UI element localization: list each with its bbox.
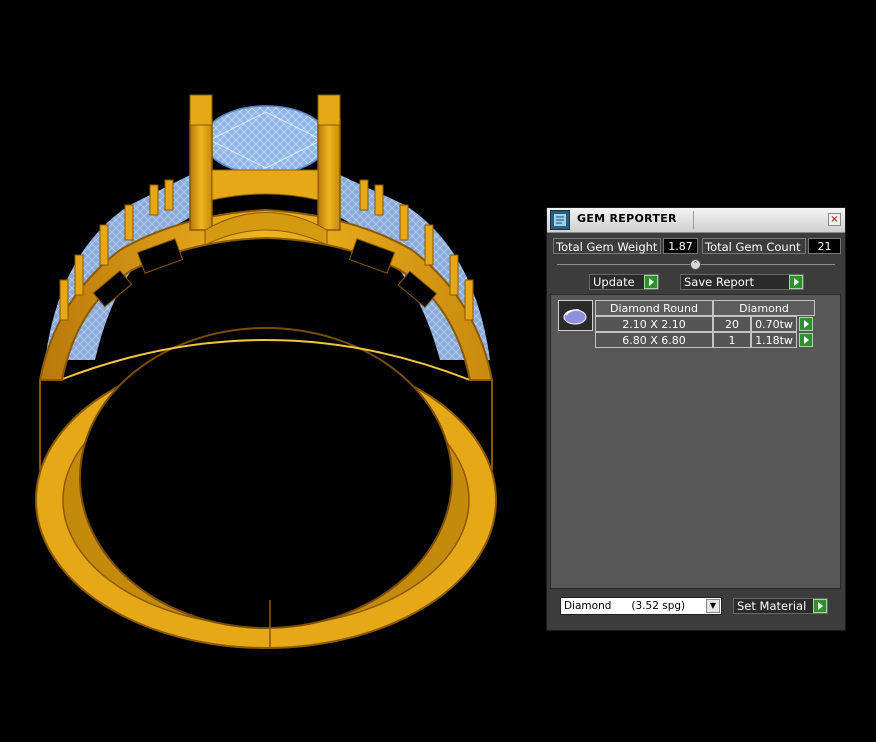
total-gem-weight-label: Total Gem Weight — [553, 238, 661, 254]
total-gem-count-label: Total Gem Count — [702, 238, 806, 254]
gem-report-list: Diamond Round Diamond 2.10 X 2.10 20 0.7… — [550, 294, 841, 589]
row-weight: 0.70tw — [751, 316, 797, 332]
row-count: 20 — [713, 316, 751, 332]
save-report-button[interactable]: Save Report — [680, 274, 804, 290]
total-gem-count-value: 21 — [808, 238, 841, 254]
green-play-arrow-icon[interactable] — [813, 599, 827, 613]
update-button-label: Update — [593, 275, 635, 289]
diamond-gem-icon[interactable] — [558, 300, 593, 331]
material-select[interactable]: Diamond (3.52 spg) ▼ — [560, 597, 722, 615]
gem-reporter-app-icon — [550, 210, 570, 230]
titlebar-divider — [693, 211, 694, 229]
row-count: 1 — [713, 332, 751, 348]
save-report-button-label: Save Report — [684, 275, 755, 289]
panel-titlebar[interactable]: GEM REPORTER × — [547, 208, 845, 233]
collapse-toggle-icon[interactable]: ⌃ — [690, 259, 701, 270]
close-icon[interactable]: × — [828, 213, 841, 226]
row-size: 6.80 X 6.80 — [595, 332, 713, 348]
chevron-down-icon[interactable]: ▼ — [706, 599, 720, 613]
row-size: 2.10 X 2.10 — [595, 316, 713, 332]
total-gem-weight-value: 1.87 — [663, 238, 698, 254]
set-material-button[interactable]: Set Material — [733, 598, 828, 614]
green-play-arrow-icon[interactable] — [644, 275, 658, 289]
ring-shank — [35, 327, 497, 649]
material-select-value: Diamond (3.52 spg) — [564, 600, 686, 612]
column-header-material: Diamond — [713, 300, 815, 316]
green-play-arrow-icon[interactable] — [799, 317, 813, 331]
row-weight: 1.18tw — [751, 332, 797, 348]
gem-reporter-panel: GEM REPORTER × Total Gem Weight 1.87 Tot… — [546, 207, 846, 631]
green-play-arrow-icon[interactable] — [799, 333, 813, 347]
green-play-arrow-icon[interactable] — [789, 275, 803, 289]
panel-title: GEM REPORTER — [577, 212, 677, 225]
center-stone — [203, 105, 329, 175]
column-header-shape: Diamond Round — [595, 300, 713, 316]
set-material-button-label: Set Material — [737, 599, 807, 613]
update-button[interactable]: Update — [589, 274, 659, 290]
